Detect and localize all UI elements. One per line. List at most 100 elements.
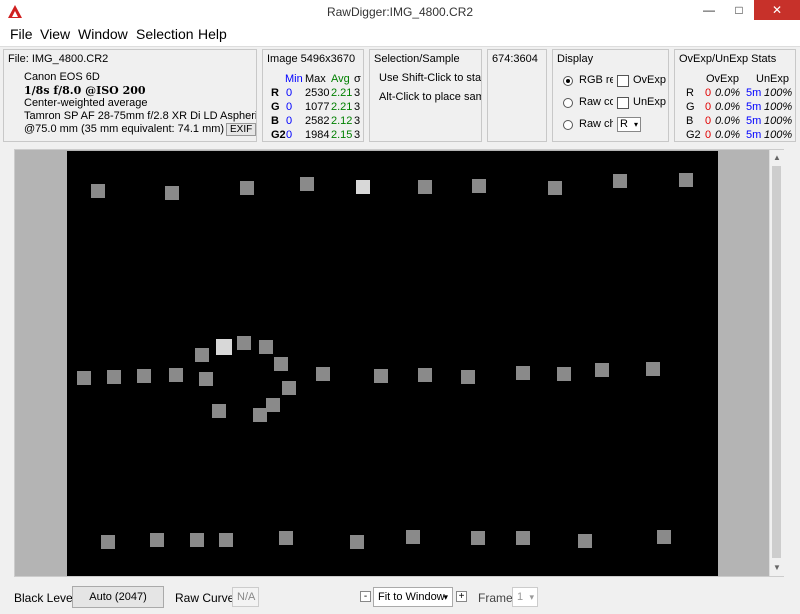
target-patch xyxy=(137,369,151,383)
stats-ovexp-percent: 0.0% xyxy=(715,87,741,99)
target-patch xyxy=(282,381,296,395)
vertical-scrollbar[interactable]: ▲ ▼ xyxy=(769,150,784,576)
scroll-down-icon[interactable]: ▼ xyxy=(770,561,784,575)
chevron-down-icon: ▾ xyxy=(443,592,448,602)
stats-row-channel: G xyxy=(686,101,695,113)
target-patch xyxy=(259,340,273,354)
stats-row-channel: B xyxy=(686,115,694,127)
exif-button[interactable]: EXIF xyxy=(226,123,256,136)
zoom-in-button[interactable]: + xyxy=(456,591,467,602)
row-extra: 3 xyxy=(354,129,361,141)
unexp-checkbox[interactable] xyxy=(617,97,629,109)
target-patch xyxy=(356,180,370,194)
black-level-button[interactable]: Auto (2047) xyxy=(72,586,164,608)
target-patch xyxy=(150,533,164,547)
selection-hint-alt: Alt-Click to place sample xyxy=(379,91,481,103)
menu-file[interactable]: File xyxy=(10,26,33,42)
target-patch xyxy=(516,531,530,545)
target-patch xyxy=(316,367,330,381)
raw-image-canvas[interactable] xyxy=(67,151,718,576)
maximize-button[interactable]: □ xyxy=(724,0,754,20)
row-avg: 2.15 xyxy=(331,129,353,141)
menu-help[interactable]: Help xyxy=(198,26,227,42)
row-extra: 3 xyxy=(354,115,361,127)
zoom-out-button[interactable]: - xyxy=(360,591,371,602)
target-patch xyxy=(91,184,105,198)
stats-unexp-count: 5m xyxy=(746,115,762,127)
title-bar: RawDigger:IMG_4800.CR2 — □ ✕ xyxy=(0,0,800,24)
target-patch xyxy=(472,179,486,193)
stats-ovexp-count: 0 xyxy=(705,115,712,127)
scroll-up-icon[interactable]: ▲ xyxy=(770,151,784,165)
row-max: 2582 xyxy=(305,115,330,127)
row-max: 2530 xyxy=(305,87,330,99)
stats-ovexp-percent: 0.0% xyxy=(715,101,741,113)
header-min: Min xyxy=(285,73,303,85)
target-patch xyxy=(219,533,233,547)
target-patch xyxy=(237,336,251,350)
channel-select[interactable]: R ▾ xyxy=(617,117,641,132)
raw-channel-radio[interactable] xyxy=(563,120,573,130)
target-patch xyxy=(406,530,420,544)
row-avg: 2.21 xyxy=(331,87,353,99)
unexp-label: UnExp xyxy=(633,96,667,108)
target-patch xyxy=(199,372,213,386)
frame-select-value: 1 xyxy=(517,591,524,603)
header-extra: σ xyxy=(354,73,361,85)
window-title: RawDigger:IMG_4800.CR2 xyxy=(326,5,474,19)
menu-window[interactable]: Window xyxy=(78,26,128,42)
target-patch xyxy=(240,181,254,195)
target-patch xyxy=(657,530,671,544)
target-patch xyxy=(195,348,209,362)
status-bar: Black Level: Auto (2047) Raw Curve: N/A … xyxy=(0,582,800,614)
ovexp-label: OvExp xyxy=(633,74,667,86)
chevron-down-icon: ▾ xyxy=(529,592,534,602)
row-min: 0 xyxy=(286,115,293,127)
chevron-down-icon: ▾ xyxy=(633,120,638,129)
header-max: Max xyxy=(305,73,326,85)
stats-unexp-count: 5m xyxy=(746,101,762,113)
row-max: 1077 xyxy=(305,101,330,113)
minimize-button[interactable]: — xyxy=(694,0,724,20)
target-patch xyxy=(418,368,432,382)
menu-selection[interactable]: Selection xyxy=(136,26,194,42)
stats-header-ovexp: OvExp xyxy=(706,73,740,85)
zoom-select[interactable]: Fit to Window ▾ xyxy=(373,587,453,607)
target-patch xyxy=(646,362,660,376)
target-patch xyxy=(516,366,530,380)
display-panel-title: Display xyxy=(557,53,594,65)
file-panel-title: File: IMG_4800.CR2 xyxy=(8,53,109,65)
stats-header-unexp: UnExp xyxy=(756,73,790,85)
raw-composite-radio[interactable] xyxy=(563,98,573,108)
target-patch xyxy=(471,531,485,545)
file-info-panel: File: IMG_4800.CR2 Canon EOS 6D 1/8s f/8… xyxy=(3,49,257,142)
zoom-select-value: Fit to Window xyxy=(378,591,445,603)
channel-select-value: R xyxy=(620,118,628,130)
target-patch xyxy=(557,367,571,381)
stats-unexp-percent: 100% xyxy=(764,87,793,99)
target-patch xyxy=(107,370,121,384)
raw-curve-field[interactable]: N/A xyxy=(232,587,259,607)
target-patch xyxy=(266,398,280,412)
stats-ovexp-percent: 0.0% xyxy=(715,129,741,141)
target-patch xyxy=(190,533,204,547)
target-patch xyxy=(595,363,609,377)
display-options-overlay: OvExp UnExp R ▾ xyxy=(613,70,668,140)
target-patch xyxy=(578,534,592,548)
close-button[interactable]: ✕ xyxy=(754,0,800,20)
target-patch xyxy=(216,339,232,355)
stats-row-channel: G2 xyxy=(686,129,701,141)
row-extra: 3 xyxy=(354,87,361,99)
frame-select[interactable]: 1 ▾ xyxy=(512,587,538,607)
target-patch xyxy=(418,180,432,194)
target-patch xyxy=(548,181,562,195)
coordinates-panel: 674:3604 xyxy=(487,49,547,142)
rgb-render-radio[interactable] xyxy=(563,76,573,86)
scrollbar-thumb[interactable] xyxy=(772,166,781,558)
focal-length: @75.0 mm (35 mm equivalent: 74.1 mm) xyxy=(24,123,225,135)
image-stats-panel: Image 5496x3670 Min Max Avg σ R 0 2530 2… xyxy=(262,49,364,142)
menu-view[interactable]: View xyxy=(40,26,70,42)
ovexp-checkbox[interactable] xyxy=(617,75,629,87)
target-patch xyxy=(212,404,226,418)
target-patch xyxy=(253,408,267,422)
